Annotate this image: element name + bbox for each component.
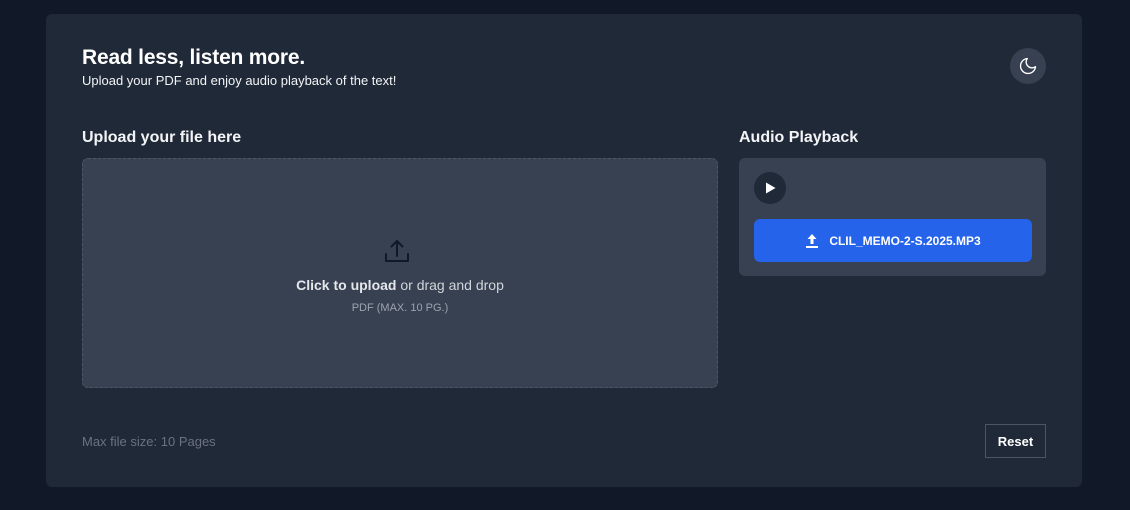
page-title: Read less, listen more.: [82, 46, 305, 69]
max-file-size-note: Max file size: 10 Pages: [82, 434, 216, 449]
page-subtitle: Upload your PDF and enjoy audio playback…: [82, 73, 397, 88]
download-icon: [806, 233, 819, 248]
play-button[interactable]: [754, 172, 786, 204]
file-dropzone[interactable]: Click to upload or drag and drop PDF (MA…: [82, 158, 718, 388]
play-icon: [766, 182, 776, 194]
audio-file-name: CLIL_MEMO-2-S.2025.MP3: [829, 233, 981, 248]
file-type-hint: PDF (MAX. 10 PG.): [351, 302, 449, 314]
reset-button[interactable]: Reset: [985, 424, 1046, 458]
drag-drop-text: or drag and drop: [396, 277, 504, 293]
download-audio-button[interactable]: CLIL_MEMO-2-S.2025.MP3: [754, 219, 1032, 262]
main-card: Read less, listen more. Upload your PDF …: [46, 14, 1082, 487]
click-to-upload-link[interactable]: Click to upload: [296, 277, 396, 293]
audio-section-title: Audio Playback: [739, 129, 859, 146]
audio-panel: CLIL_MEMO-2-S.2025.MP3: [739, 158, 1046, 276]
dropzone-text: Click to upload or drag and drop: [83, 277, 717, 293]
moon-icon: [1019, 57, 1037, 75]
theme-toggle-button[interactable]: [1010, 48, 1046, 84]
upload-section-title: Upload your file here: [82, 129, 242, 146]
upload-icon: [385, 240, 409, 262]
